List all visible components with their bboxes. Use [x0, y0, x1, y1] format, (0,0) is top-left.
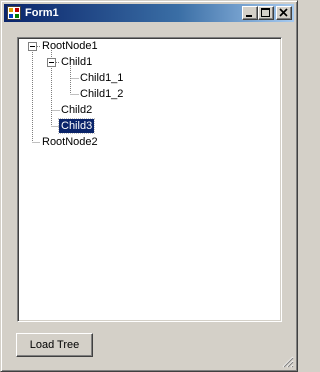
close-icon — [279, 8, 288, 17]
minimize-button[interactable] — [242, 6, 258, 20]
maximize-button[interactable] — [258, 6, 274, 20]
title-bar[interactable]: Form1 — [4, 4, 294, 22]
tree-node-child2[interactable]: Child2 — [59, 103, 94, 117]
tree-node-child1-1[interactable]: Child1_1 — [78, 71, 125, 85]
tree-node-child3[interactable]: Child3 — [57, 118, 96, 134]
app-icon[interactable] — [7, 6, 21, 20]
window-title: Form1 — [25, 7, 59, 19]
tree-view[interactable]: RootNode1 Child1 Child1_1 Child1_2 Child… — [17, 37, 282, 322]
maximize-icon — [261, 8, 270, 17]
tree-node-child1[interactable]: Child1 — [59, 55, 94, 69]
minimize-icon — [246, 15, 252, 17]
tree-node-rootnode2[interactable]: RootNode2 — [40, 135, 100, 149]
tree-node-rootnode1[interactable]: RootNode1 — [40, 39, 100, 53]
tree-connector-lines — [32, 46, 79, 143]
form1-window: Form1 RootNode1 Child1 Child1_1 Child1_2… — [0, 0, 298, 372]
collapse-rootnode1-icon[interactable] — [28, 42, 37, 51]
close-button[interactable] — [276, 6, 292, 20]
load-tree-button[interactable]: Load Tree — [16, 333, 93, 357]
tree-node-child1-2[interactable]: Child1_2 — [78, 87, 125, 101]
collapse-child1-icon[interactable] — [47, 58, 56, 67]
resize-grip-icon[interactable] — [282, 356, 294, 368]
